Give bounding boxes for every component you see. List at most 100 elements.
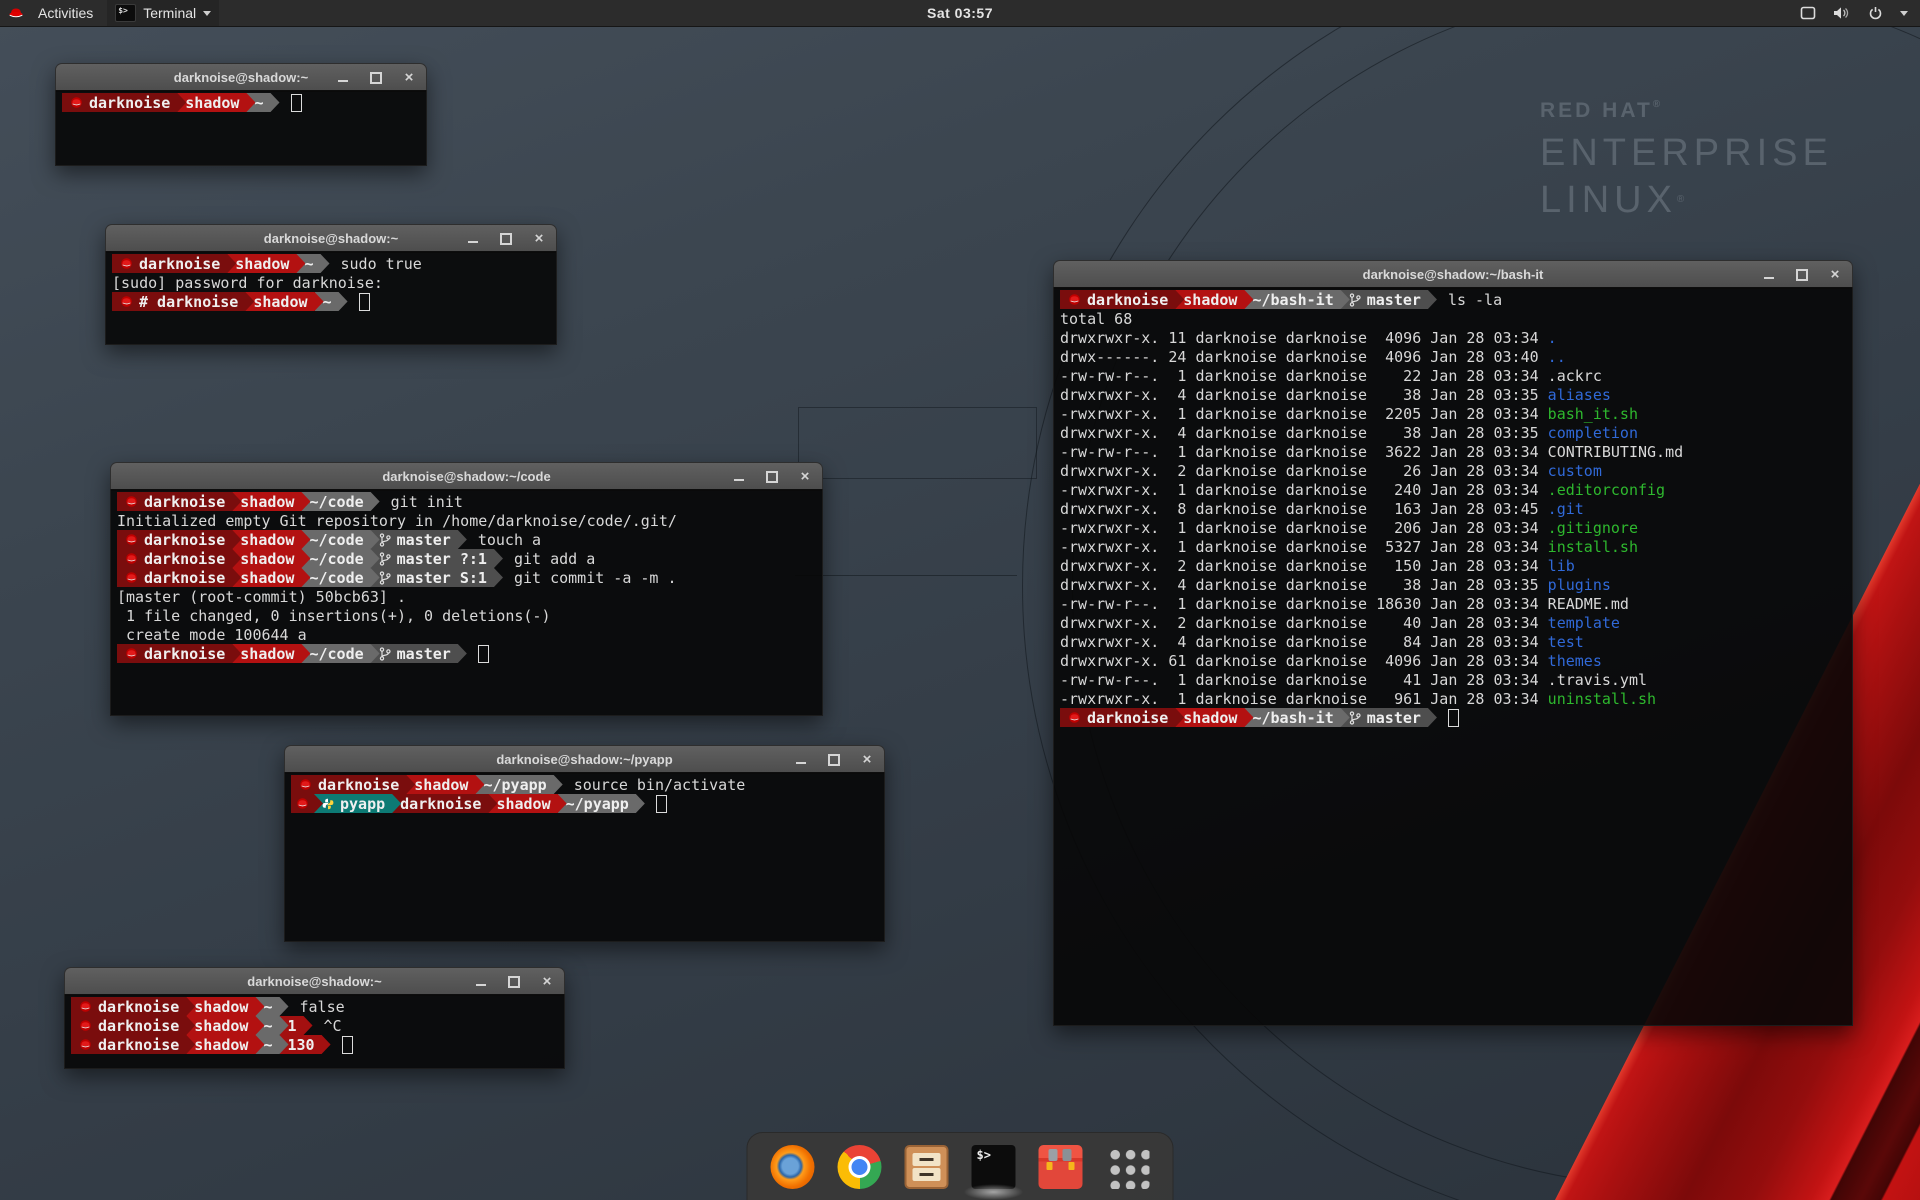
terminal-window: darknoise@shadow:~×darknoiseshadow~ <box>55 63 427 166</box>
chevron-down-icon[interactable] <box>1900 11 1908 16</box>
toolbox-dock-item[interactable] <box>1038 1144 1084 1190</box>
prompt-segment-text: 130 <box>288 1036 315 1054</box>
close-button[interactable]: × <box>402 71 416 85</box>
python-icon <box>322 798 334 810</box>
minimize-button[interactable] <box>336 71 350 85</box>
window-controls: × <box>794 746 874 773</box>
appgrid-dock-item[interactable] <box>1105 1144 1151 1190</box>
branch-icon <box>1349 711 1361 725</box>
terminal-line: darknoiseshadow~ <box>56 93 426 112</box>
screen-icon[interactable] <box>1800 6 1816 20</box>
window-titlebar[interactable]: darknoise@shadow:~/bash-it× <box>1053 260 1853 289</box>
close-button[interactable]: × <box>1828 268 1842 282</box>
terminal-line: [sudo] password for darknoise: <box>106 273 556 292</box>
prompt-segment-path: ~/bash-it <box>1244 708 1349 727</box>
terminal-content[interactable]: darknoiseshadow~falsedarknoiseshadow~1^C… <box>64 994 565 1069</box>
logo-line1: RED HAT <box>1540 99 1653 122</box>
output-text: create mode 100644 a <box>117 626 307 644</box>
terminal-content[interactable]: darknoiseshadow~sudo true[sudo] password… <box>105 251 557 345</box>
firefox-dock-item[interactable] <box>770 1144 816 1190</box>
prompt-segment-text: shadow <box>1183 709 1237 727</box>
minimize-button[interactable] <box>794 753 808 767</box>
terminal-line: drwxrwxr-x. 4 darknoise darknoise 84 Jan… <box>1054 632 1852 651</box>
clock[interactable]: Sat 03:57 <box>927 5 993 21</box>
prompt-segment-text: darknoise <box>139 255 220 273</box>
terminal-window: darknoise@shadow:~/code× darknoiseshadow~… <box>110 462 823 716</box>
window-titlebar[interactable]: darknoise@shadow:~× <box>105 224 557 253</box>
redhat-icon <box>125 571 138 584</box>
redhat-icon <box>296 797 309 810</box>
window-titlebar[interactable]: darknoise@shadow:~/pyapp× <box>284 745 885 774</box>
ls-filename: install.sh <box>1548 538 1638 556</box>
activities-button[interactable]: Activities <box>32 0 99 26</box>
prompt-segment-user: darknoise <box>291 775 415 794</box>
terminal-content[interactable]: darknoiseshadow~/codegit initInitialized… <box>110 489 823 716</box>
ls-filename: uninstall.sh <box>1548 690 1656 708</box>
terminal-content[interactable]: darknoiseshadow~/bash-itmasterls -latota… <box>1053 287 1853 1026</box>
window-titlebar[interactable]: darknoise@shadow:~× <box>55 63 427 92</box>
redhat-icon <box>1068 711 1081 724</box>
prompt-segment-path: ~/code <box>301 530 379 549</box>
prompt-segment-host: shadow <box>227 254 305 273</box>
terminal-line: darknoiseshadow~/codemaster ?:1git add a <box>111 549 822 568</box>
prompt-segment-path: ~/code <box>301 568 379 587</box>
maximize-button[interactable] <box>765 470 779 484</box>
command-text: ^C <box>324 1017 342 1035</box>
prompt-segment-text: master ?:1 <box>397 550 487 568</box>
prompt-segment-host: shadow <box>245 292 323 311</box>
minimize-button[interactable] <box>732 470 746 484</box>
ls-columns: drwxrwxr-x. 11 darknoise darknoise 4096 … <box>1060 329 1548 347</box>
terminal-line: darknoiseshadow~/codemaster S:1git commi… <box>111 568 822 587</box>
ls-filename: aliases <box>1548 386 1611 404</box>
wallpaper-line <box>795 575 1017 576</box>
chrome-dock-item[interactable] <box>837 1144 883 1190</box>
maximize-button[interactable] <box>499 232 513 246</box>
redhat-icon <box>79 1019 92 1032</box>
ls-columns: -rwxrwxr-x. 1 darknoise darknoise 2205 J… <box>1060 405 1548 423</box>
appgrid-icon <box>1106 1145 1150 1189</box>
prompt-segment-text: shadow <box>496 795 550 813</box>
ls-columns: drwxrwxr-x. 4 darknoise darknoise 38 Jan… <box>1060 576 1548 594</box>
volume-icon[interactable] <box>1833 6 1851 20</box>
files-icon <box>905 1145 949 1189</box>
logo-line2: ENTERPRISE <box>1540 134 1833 172</box>
ls-filename: .. <box>1548 348 1566 366</box>
prompt-segment-text: shadow <box>240 569 294 587</box>
ls-columns: drwx------. 24 darknoise darknoise 4096 … <box>1060 348 1548 366</box>
maximize-button[interactable] <box>369 71 383 85</box>
terminal-content[interactable]: darknoiseshadow~ <box>55 90 427 166</box>
power-icon[interactable] <box>1868 6 1883 21</box>
maximize-button[interactable] <box>827 753 841 767</box>
prompt-segment-text: shadow <box>185 94 239 112</box>
terminal-content[interactable]: darknoise shadow~/pyapp source bin/activat… <box>284 772 885 942</box>
maximize-button[interactable] <box>507 975 521 989</box>
minimize-button[interactable] <box>466 232 480 246</box>
window-titlebar[interactable]: darknoise@shadow:~× <box>64 967 565 996</box>
minimize-button[interactable] <box>474 975 488 989</box>
ls-columns: drwxrwxr-x. 2 darknoise darknoise 26 Jan… <box>1060 462 1548 480</box>
prompt-segment-path: ~/pyapp <box>475 775 562 794</box>
ls-filename: CONTRIBUTING.md <box>1548 443 1683 461</box>
top-bar: Activities $> Terminal Sat 03:57 <box>0 0 1920 27</box>
prompt-segment-text: master <box>1367 291 1421 309</box>
close-button[interactable]: × <box>860 753 874 767</box>
prompt-segment-user: darknoise <box>112 254 236 273</box>
terminal-dock-item[interactable]: $> <box>971 1144 1017 1190</box>
command-text: source bin/activate <box>574 776 746 794</box>
terminal-glyph: $> <box>977 1148 991 1162</box>
close-button[interactable]: × <box>798 470 812 484</box>
minimize-button[interactable] <box>1762 268 1776 282</box>
maximize-button[interactable] <box>1795 268 1809 282</box>
terminal-line: -rw-rw-r--. 1 darknoise darknoise 41 Jan… <box>1054 670 1852 689</box>
app-menu-label: Terminal <box>143 5 196 21</box>
window-titlebar[interactable]: darknoise@shadow:~/code× <box>110 462 823 491</box>
close-button[interactable]: × <box>532 232 546 246</box>
ls-columns: -rwxrwxr-x. 1 darknoise darknoise 5327 J… <box>1060 538 1548 556</box>
redhat-icon <box>125 647 138 660</box>
files-dock-item[interactable] <box>904 1144 950 1190</box>
app-menu-terminal[interactable]: $> Terminal <box>107 0 219 26</box>
close-button[interactable]: × <box>540 975 554 989</box>
desktop: RED HAT® ENTERPRISE LINUX® Activities $>… <box>0 0 1920 1200</box>
prompt-segment-text: ~ <box>323 293 332 311</box>
terminal-line: darknoiseshadow~/bash-itmasterls -la <box>1054 290 1852 309</box>
